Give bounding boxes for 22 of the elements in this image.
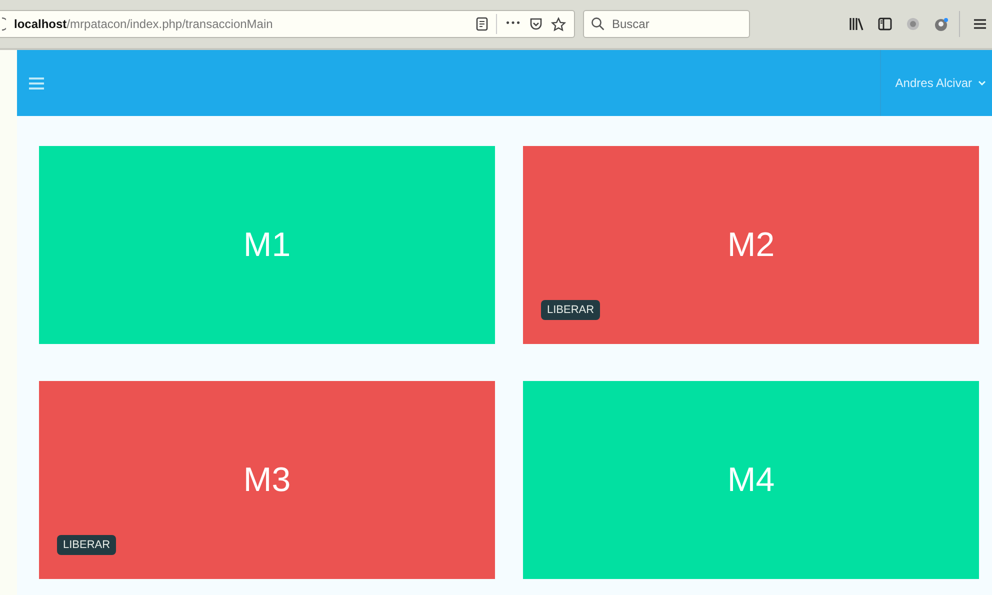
chevron-down-icon <box>978 80 986 86</box>
table-name: M2 <box>727 226 775 264</box>
extension-icon[interactable] <box>906 17 920 31</box>
table-card[interactable]: M2 LIBERAR <box>523 146 979 344</box>
menu-icon[interactable] <box>974 18 986 30</box>
library-icon[interactable] <box>849 17 864 31</box>
url-text: localhost/mrpatacon/index.php/transaccionMain <box>14 17 274 31</box>
table-card[interactable]: M3 LIBERAR <box>39 381 495 579</box>
pocket-icon[interactable] <box>529 17 543 31</box>
search-icon <box>591 17 605 31</box>
sidebar-icon[interactable] <box>878 17 892 31</box>
account-icon[interactable] <box>934 16 949 32</box>
table-name: M1 <box>243 226 291 264</box>
release-button[interactable]: LIBERAR <box>541 300 600 320</box>
star-icon[interactable] <box>551 16 566 32</box>
table-name: M4 <box>727 460 775 500</box>
table-name: M3 <box>243 460 291 500</box>
page-actions-menu[interactable]: ••• <box>505 19 521 29</box>
reader-view-icon[interactable] <box>476 17 488 31</box>
release-button[interactable]: LIBERAR <box>57 535 116 555</box>
search-field[interactable]: Buscar <box>583 10 750 38</box>
address-bar[interactable]: localhost/mrpatacon/index.php/transaccionMain ••• <box>0 10 575 38</box>
